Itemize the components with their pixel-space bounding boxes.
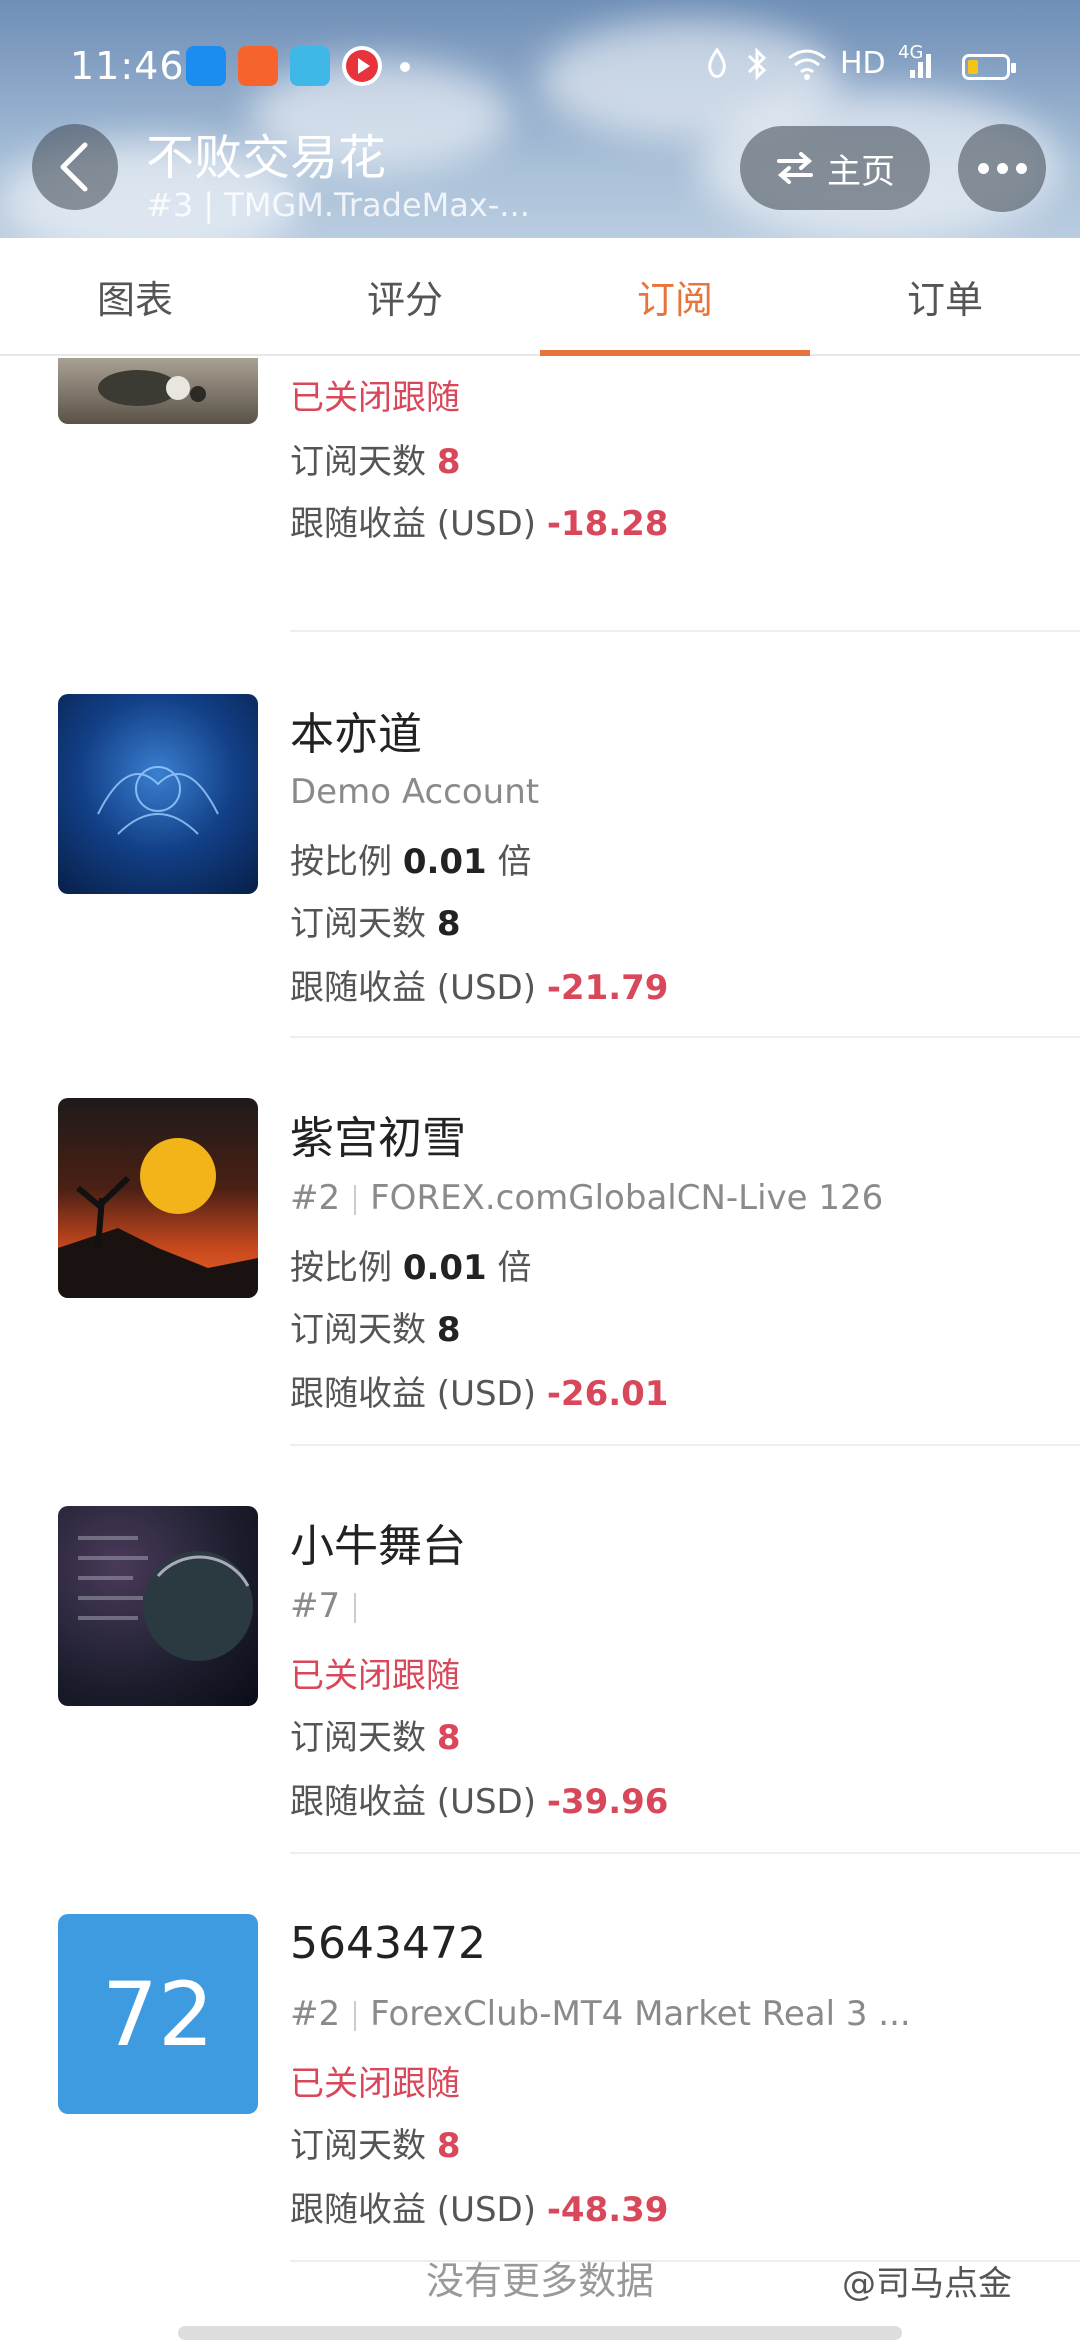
days-label: 订阅天数 — [290, 1310, 426, 1350]
profit-value: -48.39 — [546, 2190, 669, 2230]
follow-status: 已关闭跟随 — [290, 378, 460, 418]
profit-value: -21.79 — [546, 968, 669, 1008]
swap-arrows-icon — [777, 152, 813, 184]
trader-name: 本亦道 — [290, 709, 422, 760]
home-button-label: 主页 — [827, 151, 895, 192]
follow-profit: 跟随收益 (USD) -48.39 — [290, 2182, 668, 2231]
back-button[interactable] — [32, 124, 118, 210]
avatar — [58, 358, 258, 424]
follow-profit: 跟随收益 (USD) -39.96 — [290, 1774, 668, 1823]
account-info: #7 — [290, 1586, 370, 1626]
days-label: 订阅天数 — [290, 1718, 426, 1758]
server: FOREX.comGlobalCN-Live 126 — [370, 1178, 884, 1218]
more-dots-icon — [977, 162, 989, 174]
profit-label: 跟随收益 (USD) — [290, 504, 536, 544]
signal-label: 4G — [898, 42, 924, 63]
days-label: 订阅天数 — [290, 2126, 426, 2166]
avatar — [58, 694, 258, 894]
list-item[interactable]: 紫宫初雪 #2 FOREX.comGlobalCN-Live 126 按比例 0.… — [0, 1038, 1080, 1448]
avatar — [58, 1098, 258, 1298]
ratio-suffix: 倍 — [497, 1248, 532, 1288]
days-value: 8 — [436, 442, 461, 482]
ratio: 按比例 0.01 倍 — [290, 1240, 532, 1289]
profit-label: 跟随收益 (USD) — [290, 968, 536, 1008]
account-info: #2 FOREX.comGlobalCN-Live 126 — [290, 1178, 883, 1218]
tab-subscription[interactable]: 订阅 — [540, 238, 810, 356]
signal-icon: 4G — [898, 42, 934, 90]
trader-name: 5643472 — [290, 1918, 486, 1969]
page-subtitle: #3 | TMGM.TradeMax-... — [146, 186, 530, 224]
notification-dot-icon — [400, 62, 410, 72]
avatar — [58, 1506, 258, 1706]
rank: #2 — [290, 1994, 341, 2034]
tab-chart[interactable]: 图表 — [0, 238, 270, 354]
more-options-button[interactable] — [958, 124, 1046, 212]
subscription-days: 订阅天数 8 — [290, 2118, 460, 2167]
vibrate-icon — [702, 46, 732, 90]
kuaishou-app-icon — [238, 46, 278, 86]
bluetooth-icon — [744, 46, 770, 90]
follow-profit: 跟随收益 (USD) -18.28 — [290, 496, 668, 545]
ratio-value: 0.01 — [402, 1248, 487, 1288]
header: 11:46 HD 4G 不败交易花 #3 | TMGM.TradeMax-... — [0, 0, 1080, 238]
account-info: #2 ForexClub-MT4 Market Real 3 ... — [290, 1994, 911, 2034]
tab-orders[interactable]: 订单 — [810, 238, 1080, 354]
profit-value: -26.01 — [546, 1374, 669, 1414]
rank: #7 — [290, 1586, 341, 1626]
avatar-text: 72 — [102, 1962, 214, 2066]
server: ForexClub-MT4 Market Real 3 ... — [370, 1994, 911, 2034]
trader-name: 小牛舞台 — [290, 1521, 466, 1572]
days-value: 8 — [436, 1310, 461, 1350]
follow-status: 已关闭跟随 — [290, 2064, 460, 2104]
status-bar: 11:46 HD 4G — [0, 0, 1080, 130]
profit-value: -18.28 — [546, 504, 669, 544]
list-item[interactable]: 本亦道 Demo Account 按比例 0.01 倍 订阅天数 8 跟随收益 … — [0, 630, 1080, 1040]
wifi-icon — [786, 46, 828, 90]
subscription-list: 已关闭跟随 订阅天数 8 跟随收益 (USD) -18.28 本亦道 Demo … — [0, 358, 1080, 2340]
account-type: Demo Account — [290, 772, 540, 812]
follow-status: 已关闭跟随 — [290, 1656, 460, 1696]
days-label: 订阅天数 — [290, 904, 426, 944]
subscription-days: 订阅天数 8 — [290, 1302, 460, 1351]
profit-label: 跟随收益 (USD) — [290, 1782, 536, 1822]
trader-name: 紫宫初雪 — [290, 1113, 466, 1164]
network-type: HD — [840, 46, 886, 81]
status-time: 11:46 — [70, 44, 185, 88]
days-value: 8 — [436, 2126, 461, 2166]
video-app-icon — [342, 46, 382, 86]
follow-profit: 跟随收益 (USD) -26.01 — [290, 1366, 668, 1415]
ratio-prefix: 按比例 — [290, 842, 392, 882]
list-item[interactable]: 72 5643472 #2 ForexClub-MT4 Market Real 3… — [0, 1854, 1080, 2264]
browser-app-icon — [186, 46, 226, 86]
home-indicator[interactable] — [178, 2326, 902, 2340]
watermark: @司马点金 — [842, 2264, 1012, 2304]
tab-bar: 图表 评分 订阅 订单 — [0, 238, 1080, 356]
avatar: 72 — [58, 1914, 258, 2114]
profit-label: 跟随收益 (USD) — [290, 1374, 536, 1414]
rank: #2 — [290, 1178, 341, 1218]
chevron-left-icon — [60, 142, 88, 192]
subscription-days: 订阅天数 8 — [290, 1710, 460, 1759]
tab-rating[interactable]: 评分 — [270, 238, 540, 354]
profit-label: 跟随收益 (USD) — [290, 2190, 536, 2230]
home-button[interactable]: 主页 — [740, 126, 930, 210]
list-item[interactable]: 小牛舞台 #7 已关闭跟随 订阅天数 8 跟随收益 (USD) -39.96 — [0, 1446, 1080, 1856]
battery-icon — [962, 54, 1016, 80]
profit-value: -39.96 — [546, 1782, 669, 1822]
ratio: 按比例 0.01 倍 — [290, 834, 532, 883]
subscription-days: 订阅天数 8 — [290, 434, 460, 483]
page-title: 不败交易花 — [146, 130, 387, 186]
ratio-prefix: 按比例 — [290, 1248, 392, 1288]
days-value: 8 — [436, 904, 461, 944]
ratio-value: 0.01 — [402, 842, 487, 882]
xiaola-app-icon — [290, 46, 330, 86]
subscription-days: 订阅天数 8 — [290, 896, 460, 945]
follow-profit: 跟随收益 (USD) -21.79 — [290, 960, 668, 1009]
days-value: 8 — [436, 1718, 461, 1758]
days-label: 订阅天数 — [290, 442, 426, 482]
ratio-suffix: 倍 — [497, 842, 532, 882]
